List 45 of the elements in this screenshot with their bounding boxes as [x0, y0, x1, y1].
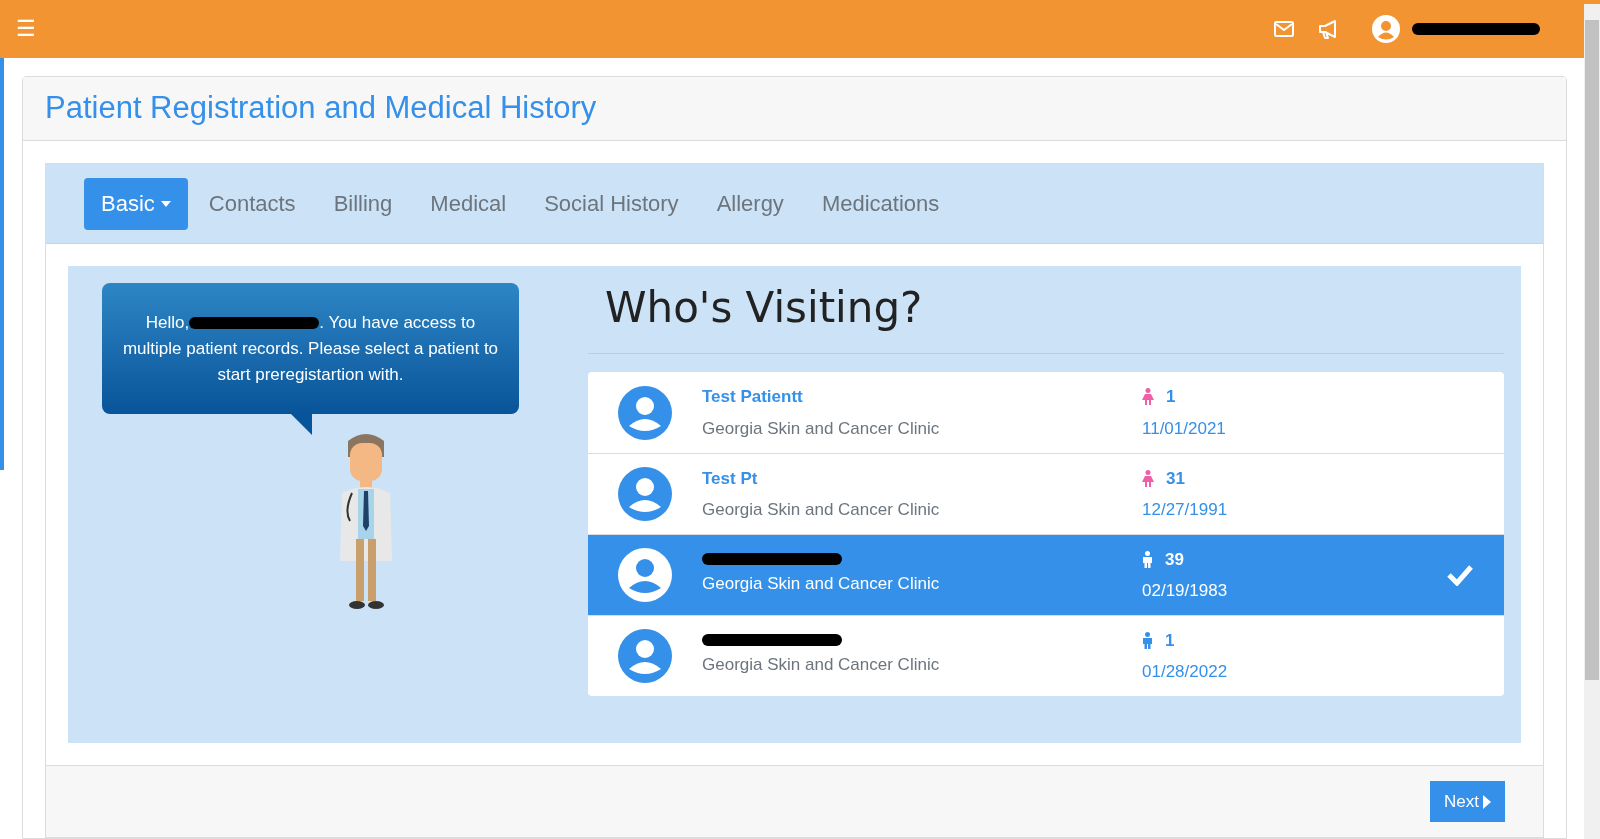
avatar-icon	[618, 385, 672, 440]
greeting-text: . You have access to	[319, 311, 476, 334]
patient-name: Test Patientt	[702, 386, 804, 408]
birth-date: 12/27/1991	[1142, 499, 1229, 521]
male-icon	[1142, 631, 1153, 649]
birth-date: 11/01/2021	[1142, 417, 1227, 440]
female-icon	[1142, 388, 1154, 406]
patient-age: 39	[1165, 548, 1184, 571]
clinic-name: Georgia Skin and Cancer Clinic	[702, 573, 941, 596]
patient-row[interactable]: Test Patientt Georgia Skin and Cancer Clinic 1 11/01/2021	[588, 372, 1504, 453]
clinic-name: Georgia Skin and Cancer Clinic	[702, 417, 941, 440]
clinic-name: Georgia Skin and Cancer Clinic	[702, 654, 941, 677]
mail-icon[interactable]	[1274, 21, 1294, 37]
birth-date: 02/19/1983	[1142, 580, 1229, 602]
tab[interactable]: Medical	[413, 177, 524, 230]
patient-age: 1	[1165, 629, 1175, 652]
greeting-text: Hello,	[145, 311, 190, 334]
tab[interactable]: Billing	[316, 177, 410, 230]
check-icon	[1446, 564, 1474, 586]
avatar-icon	[618, 467, 672, 521]
user-avatar-icon[interactable]	[1372, 15, 1400, 43]
patient-age: 31	[1166, 467, 1185, 490]
greeting-text: multiple patient records. Please select a patient to start preregistartion with.	[122, 337, 499, 386]
female-icon	[1142, 469, 1154, 487]
menu-button[interactable]: ☰	[16, 18, 36, 40]
next-button[interactable]: Next	[1430, 781, 1505, 822]
patient-row[interactable]: Georgia Skin and Cancer Clinic 39 02/19/1983	[588, 534, 1504, 615]
tab[interactable]: Medications	[804, 177, 957, 230]
scrollbar[interactable]	[1584, 4, 1600, 839]
tab[interactable]: Allergy	[699, 177, 801, 230]
heading: Who's Visiting?	[604, 283, 924, 333]
caret-icon	[1483, 794, 1491, 809]
tab[interactable]: Social History	[527, 177, 696, 230]
patient-row[interactable]: Georgia Skin and Cancer Clinic 1 01/28/2022	[588, 615, 1504, 696]
patient-name: Test Pt	[702, 467, 759, 490]
male-icon	[1142, 550, 1153, 568]
tab[interactable]: Basic	[84, 177, 188, 230]
clinic-name: Georgia Skin and Cancer Clinic	[702, 499, 941, 521]
avatar-icon	[618, 548, 672, 602]
avatar-icon	[618, 629, 672, 683]
tab[interactable]: Contacts	[191, 177, 313, 230]
page-title: Patient Registration and Medical History	[45, 89, 597, 128]
patient-age: 1	[1166, 386, 1176, 408]
bubble-tail-icon	[290, 413, 312, 435]
birth-date: 01/28/2022	[1142, 661, 1229, 683]
